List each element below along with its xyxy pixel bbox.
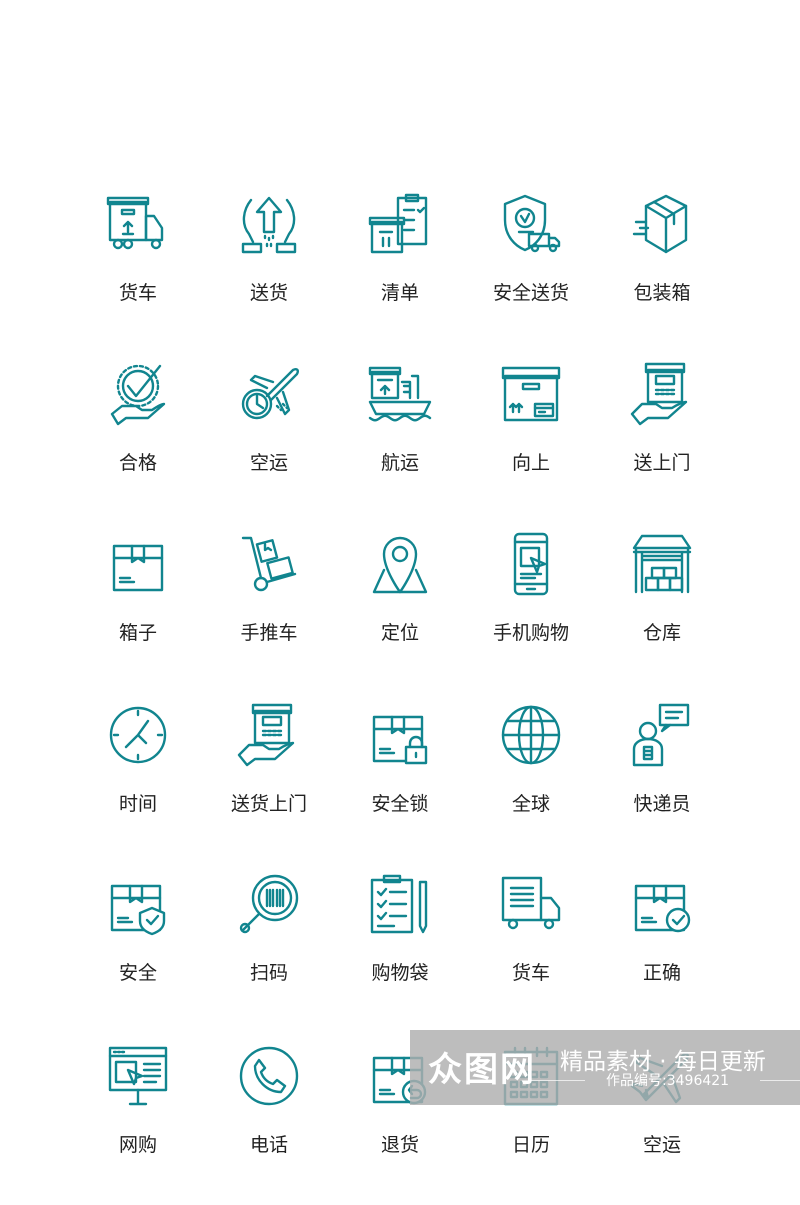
icon-label: 航运	[380, 452, 419, 474]
icon-tile: 货车	[78, 192, 198, 342]
icon-tile: 网购	[78, 1044, 198, 1194]
icon-tile: 送货	[209, 192, 329, 342]
icon-tile: 购物袋	[340, 872, 460, 1022]
icon-label: 日历	[511, 1134, 550, 1156]
icon-label: 购物袋	[371, 962, 429, 984]
icon-label: 电话	[249, 1134, 288, 1156]
watermark: 众图网 精品素材 · 每日更新 作品编号:3496421	[410, 1030, 800, 1105]
icon-label: 送货上门	[230, 793, 307, 815]
icon-tile: 快递员	[602, 703, 722, 853]
icon-label: 快递员	[633, 793, 691, 815]
icon-label: 向上	[511, 452, 550, 474]
icon-label: 仓库	[642, 622, 681, 644]
icon-label: 合格	[118, 452, 157, 474]
icon-label: 货车	[118, 282, 157, 304]
icon-label: 正确	[642, 962, 681, 984]
icon-tile: 时间	[78, 703, 198, 853]
icon-label: 送上门	[633, 452, 691, 474]
icon-tile: 安全	[78, 872, 198, 1022]
divider	[530, 1080, 585, 1081]
icon-label: 网购	[118, 1134, 157, 1156]
icon-tile: 正确	[602, 872, 722, 1022]
divider	[760, 1080, 800, 1081]
icon-label: 定位	[380, 622, 419, 644]
watermark-work-id: 作品编号:3496421	[606, 1073, 730, 1089]
icon-tile: 向上	[471, 362, 591, 512]
icon-tile: 安全锁	[340, 703, 460, 853]
icon-label: 箱子	[118, 622, 157, 644]
icon-tile: 货车	[471, 872, 591, 1022]
icon-label: 手机购物	[492, 622, 569, 644]
icon-tile: 手推车	[209, 532, 329, 682]
icon-tile: 手机购物	[471, 532, 591, 682]
icon-tile: 包装箱	[602, 192, 722, 342]
icon-tile: 航运	[340, 362, 460, 512]
icon-label: 清单	[380, 282, 419, 304]
watermark-logo: 众图网	[428, 1050, 536, 1090]
icon-label: 空运	[642, 1134, 681, 1156]
icon-label: 全球	[511, 793, 550, 815]
icon-tile: 仓库	[602, 532, 722, 682]
icon-label: 安全锁	[371, 793, 429, 815]
icon-label: 扫码	[249, 962, 288, 984]
icon-label: 空运	[249, 452, 288, 474]
icon-label: 货车	[511, 962, 550, 984]
icon-tile: 电话	[209, 1044, 329, 1194]
icon-tile: 安全送货	[471, 192, 591, 342]
icon-tile: 送货上门	[209, 703, 329, 853]
icon-tile: 空运	[209, 362, 329, 512]
icon-tile: 扫码	[209, 872, 329, 1022]
icon-label: 时间	[118, 793, 157, 815]
icon-label: 退货	[380, 1134, 419, 1156]
icon-tile: 定位	[340, 532, 460, 682]
icon-tile: 合格	[78, 362, 198, 512]
icon-tile: 清单	[340, 192, 460, 342]
icon-tile: 全球	[471, 703, 591, 853]
icon-label: 安全	[118, 962, 157, 984]
icon-tile: 送上门	[602, 362, 722, 512]
icon-label: 手推车	[240, 622, 298, 644]
icon-label: 送货	[249, 282, 288, 304]
icon-tile: 箱子	[78, 532, 198, 682]
icon-label: 安全送货	[492, 282, 569, 304]
icon-label: 包装箱	[633, 282, 691, 304]
